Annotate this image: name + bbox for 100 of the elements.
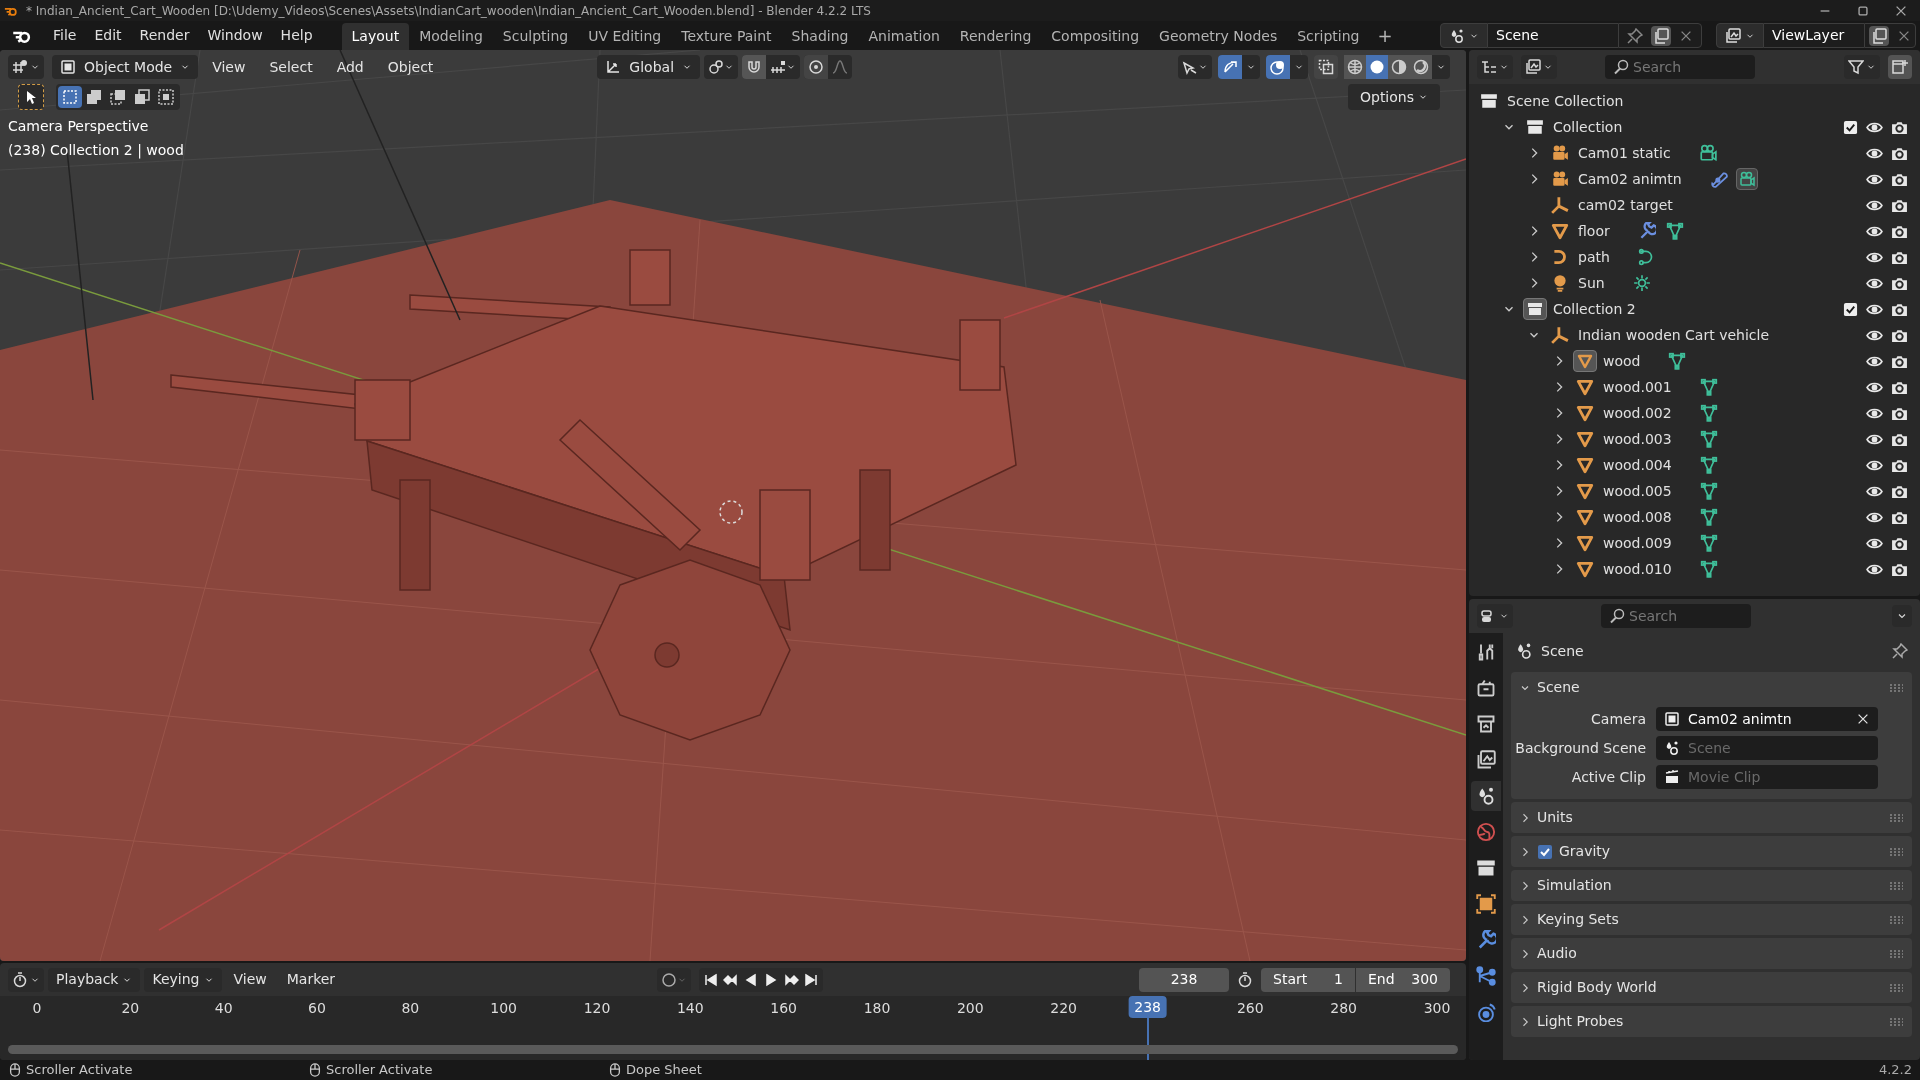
panel-header[interactable]: Units [1537, 807, 1573, 828]
outliner-item-label[interactable]: wood.009 [1603, 532, 1672, 554]
next-keyframe-icon[interactable] [783, 971, 800, 988]
workspace-tab[interactable]: Sculpting [492, 23, 579, 50]
outliner-item-label[interactable]: Collection 2 [1553, 298, 1636, 320]
snap-toggle[interactable] [742, 55, 767, 79]
stopwatch-icon[interactable] [1237, 971, 1253, 988]
xray-toggle[interactable] [1314, 55, 1338, 79]
options-dropdown[interactable] [1892, 605, 1912, 627]
checkbox-icon[interactable] [1843, 119, 1858, 135]
id-selector-field[interactable]: Cam02 animtn [1656, 707, 1878, 731]
panel-header[interactable]: Gravity [1559, 841, 1611, 862]
outliner-item-label[interactable]: wood [1603, 350, 1641, 372]
outliner-item-label[interactable]: cam02 target [1578, 194, 1673, 216]
outliner-item-label[interactable]: wood.002 [1603, 402, 1672, 424]
object-mode-dropdown[interactable]: Object Mode [52, 55, 199, 79]
shading-mode-button[interactable] [1388, 55, 1410, 79]
menu-item[interactable]: View [225, 967, 275, 992]
pin-icon[interactable] [1627, 27, 1643, 44]
editor-type-button[interactable] [8, 55, 44, 79]
panel-header[interactable]: Light Probes [1537, 1011, 1624, 1032]
search-field[interactable]: Search [1605, 55, 1755, 79]
outliner-item-label[interactable]: Cam02 animtn [1578, 168, 1682, 190]
new-collection-button[interactable] [1888, 55, 1912, 79]
add-workspace-button[interactable]: + [1369, 22, 1401, 49]
filter-button[interactable] [1844, 55, 1880, 79]
pin-icon[interactable] [1892, 643, 1908, 659]
workspace-tab[interactable]: Texture Paint [671, 23, 782, 50]
copy-icon[interactable] [1653, 27, 1669, 44]
shading-mode-button[interactable] [1366, 55, 1388, 79]
workspace-tab[interactable]: Animation [858, 23, 950, 50]
menu-item[interactable]: Marker [278, 967, 344, 992]
shading-mode-button[interactable] [1344, 55, 1366, 79]
options-dropdown[interactable]: Options [1347, 84, 1440, 110]
editor-type-button[interactable] [8, 967, 44, 992]
scene-icon[interactable] [1471, 781, 1501, 811]
maximize-icon[interactable] [1856, 3, 1870, 18]
id-selector-field[interactable]: Scene [1656, 736, 1878, 760]
camera-data-icon[interactable] [1735, 168, 1758, 190]
start-frame-field[interactable]: Start 1 [1261, 967, 1355, 992]
checkbox-icon[interactable] [1537, 843, 1553, 860]
menu-item[interactable]: Window [198, 22, 272, 49]
display-mode-button[interactable] [1521, 55, 1557, 79]
menu-item[interactable]: Add [326, 55, 374, 79]
outliner-item-label[interactable]: Scene Collection [1507, 90, 1624, 112]
editor-type-button[interactable] [1477, 55, 1513, 79]
outliner-item-label[interactable]: Collection [1553, 116, 1623, 138]
menu-item[interactable]: Keying [144, 967, 222, 992]
copy-icon[interactable] [1871, 27, 1887, 44]
workspace-tab[interactable]: Compositing [1041, 23, 1150, 50]
jump-end-icon[interactable] [803, 971, 820, 988]
menu-item[interactable]: Help [271, 22, 322, 49]
end-frame-field[interactable]: End 300 [1356, 967, 1450, 992]
clear-icon[interactable] [1856, 712, 1870, 726]
gizmo-toggle[interactable] [1218, 55, 1242, 79]
panel-header[interactable]: Rigid Body World [1537, 977, 1657, 998]
playhead-frame-label[interactable]: 238 [1128, 996, 1167, 1018]
editor-type-button[interactable] [1477, 604, 1513, 628]
panel-header[interactable]: Audio [1537, 943, 1577, 964]
outliner-item-label[interactable]: path [1578, 246, 1610, 268]
overlay-toggle[interactable] [1266, 55, 1290, 79]
outliner-item-label[interactable]: wood.001 [1603, 376, 1672, 398]
auto-keying-button[interactable] [657, 967, 692, 992]
select-tool-button[interactable] [18, 84, 44, 110]
workspace-tab[interactable]: Rendering [949, 23, 1042, 50]
previous-keyframe-icon[interactable] [723, 971, 740, 988]
view-layer-selector[interactable]: ViewLayer [1764, 23, 1864, 48]
outliner-item-label[interactable]: wood.003 [1603, 428, 1672, 450]
selectability-button[interactable] [1178, 55, 1212, 79]
search-field[interactable]: Search [1601, 604, 1751, 628]
select-mode-button[interactable] [58, 86, 82, 108]
workspace-tab[interactable]: Modeling [409, 23, 493, 50]
outliner-item-label[interactable]: wood.010 [1603, 558, 1672, 580]
jump-start-icon[interactable] [703, 971, 720, 988]
shading-mode-button[interactable] [1410, 55, 1432, 79]
menu-item[interactable]: Playback [48, 967, 141, 992]
menu-item[interactable]: Select [259, 55, 323, 79]
panel-header[interactable]: Simulation [1537, 875, 1612, 896]
outliner-item-label[interactable]: wood.008 [1603, 506, 1672, 528]
workspace-tab[interactable]: Shading [781, 23, 859, 50]
current-frame-field[interactable]: 238 [1139, 967, 1229, 992]
workspace-tab[interactable]: UV Editing [578, 23, 672, 50]
view-layer-type-button[interactable] [1716, 23, 1764, 48]
id-selector-field[interactable]: Movie Clip [1656, 765, 1878, 789]
workspace-tab[interactable]: Layout [341, 23, 410, 50]
menu-item[interactable]: Object [377, 55, 444, 79]
menu-item[interactable]: Edit [85, 22, 131, 49]
proportional-toggle[interactable] [804, 55, 829, 79]
panel-header[interactable]: Scene [1537, 677, 1580, 698]
menu-item[interactable]: View [202, 55, 256, 79]
outliner-item-label[interactable]: wood.004 [1603, 454, 1672, 476]
scene-type-button[interactable] [1440, 23, 1488, 48]
orientation-dropdown[interactable]: Global [597, 55, 701, 79]
outliner-item-label[interactable]: Indian wooden Cart vehicle [1578, 324, 1769, 346]
outliner-item-label[interactable]: wood.005 [1603, 480, 1672, 502]
checkbox-icon[interactable] [1843, 301, 1858, 317]
outliner-item-label[interactable]: floor [1578, 220, 1610, 242]
pivot-button[interactable] [704, 55, 739, 79]
workspace-tab[interactable]: Geometry Nodes [1149, 23, 1288, 50]
outliner-item-label[interactable]: Sun [1578, 272, 1605, 294]
